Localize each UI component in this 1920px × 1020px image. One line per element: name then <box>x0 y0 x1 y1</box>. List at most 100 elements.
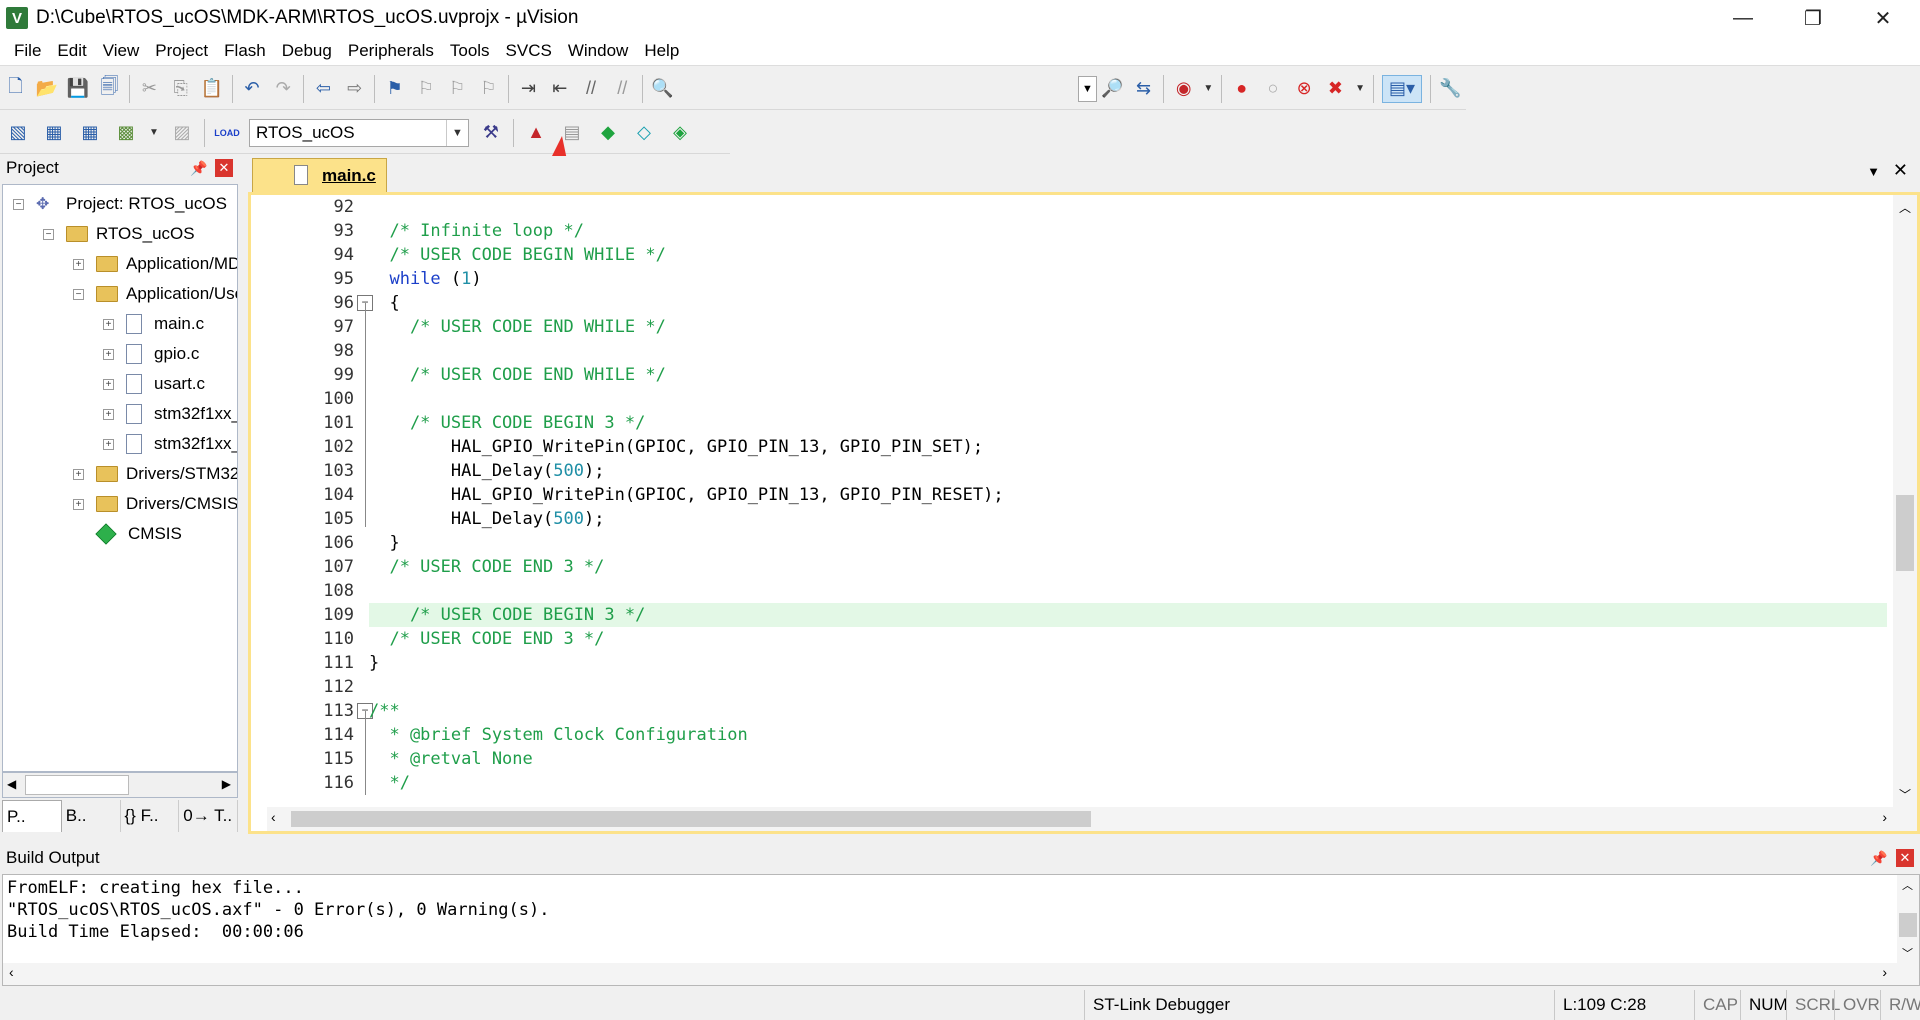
configure-icon[interactable]: 🔧 <box>1439 75 1462 103</box>
scroll-thumb[interactable] <box>25 775 129 795</box>
debug-session-icon[interactable]: ◉ <box>1172 75 1195 103</box>
rebuild-icon[interactable]: ▦ <box>76 119 104 147</box>
find-in-files-icon[interactable]: 🔍 <box>651 75 674 103</box>
code-line[interactable] <box>369 579 1887 603</box>
save-icon[interactable]: 💾 <box>67 75 90 103</box>
find-icon[interactable]: 🔎 <box>1101 75 1124 103</box>
tree-item[interactable]: + Application/MDK-ARM <box>73 249 237 279</box>
download-load-icon[interactable]: LOAD <box>213 119 241 147</box>
tab-dropdown-icon[interactable]: ▼ <box>1867 164 1880 179</box>
code-line[interactable]: /* USER CODE BEGIN 3 */ <box>369 411 1887 435</box>
code-line[interactable] <box>369 387 1887 411</box>
project-hscroll[interactable]: ◀ ▶ <box>2 772 238 798</box>
chevron-left-icon[interactable]: ‹ <box>9 964 14 980</box>
project-panel-tab[interactable]: P.. <box>2 800 62 832</box>
open-file-icon[interactable]: 📂 <box>35 75 58 103</box>
tree-item[interactable]: + Drivers/CMSIS <box>73 489 237 519</box>
copy-icon[interactable]: ⎘ <box>169 75 192 103</box>
editor-vscroll[interactable]: ︿ ﹀ <box>1893 195 1917 831</box>
navigate-back-icon[interactable]: ⇦ <box>312 75 335 103</box>
chevron-down-icon[interactable]: ▼ <box>446 119 468 146</box>
menu-window[interactable]: Window <box>560 41 636 61</box>
chevron-down-icon[interactable]: ﹀ <box>1899 786 1911 803</box>
menu-flash[interactable]: Flash <box>216 41 274 61</box>
select-pack-icon[interactable]: ▤ <box>558 119 586 147</box>
stop-build-icon[interactable]: ▨ <box>168 119 196 147</box>
pack-installer-green-icon[interactable]: ◈ <box>666 119 694 147</box>
expand-icon[interactable]: + <box>73 258 84 270</box>
code-line[interactable]: /* Infinite loop */ <box>369 219 1887 243</box>
enable-breakpoint-icon[interactable]: ○ <box>1261 75 1284 103</box>
code-line[interactable]: /** <box>369 699 1887 723</box>
tree-item[interactable]: + usart.c <box>103 369 205 399</box>
scroll-thumb[interactable] <box>1896 495 1914 571</box>
code-line[interactable]: * @retval None <box>369 747 1887 771</box>
chevron-right-icon[interactable]: › <box>1882 964 1887 980</box>
save-all-icon[interactable]: 🗐 <box>98 75 121 103</box>
uncomment-icon[interactable]: // <box>611 75 634 103</box>
menu-help[interactable]: Help <box>636 41 687 61</box>
debug-dropdown-icon[interactable]: ▼ <box>1203 75 1213 103</box>
menu-peripherals[interactable]: Peripherals <box>340 41 442 61</box>
code-line[interactable]: HAL_GPIO_WritePin(GPIOC, GPIO_PIN_13, GP… <box>369 435 1887 459</box>
target-select[interactable]: RTOS_ucOS ▼ <box>249 118 469 147</box>
disable-breakpoints-icon[interactable]: ⊗ <box>1293 75 1316 103</box>
project-panel-tab[interactable]: B.. <box>62 800 121 832</box>
tree-item[interactable]: CMSIS <box>73 519 182 549</box>
restore-button[interactable]: ❐ <box>1778 0 1848 36</box>
code-line[interactable]: /* USER CODE END WHILE */ <box>369 315 1887 339</box>
expand-icon[interactable]: + <box>103 438 114 450</box>
paste-icon[interactable]: 📋 <box>200 75 223 103</box>
menu-tools[interactable]: Tools <box>442 41 498 61</box>
code-editor[interactable]: 92 93 94 95 96 97 98 99 100 101 102 103 104 105 106 107… <box>248 192 1920 834</box>
editor-hscroll[interactable]: ‹ › <box>267 807 1893 831</box>
code-area[interactable]: /* Infinite loop */ /* USER CODE BEGIN W… <box>369 195 1887 831</box>
insert-breakpoint-icon[interactable]: ● <box>1230 75 1253 103</box>
pack-installer-icon[interactable]: ◇ <box>630 119 658 147</box>
unindent-icon[interactable]: ⇤ <box>548 75 571 103</box>
bookmark-toggle-icon[interactable]: ⚑ <box>383 75 406 103</box>
output-hscroll[interactable]: ‹ › <box>3 963 1919 985</box>
scroll-left-icon[interactable]: ◀ <box>7 777 16 791</box>
menu-file[interactable]: File <box>6 41 49 61</box>
expand-icon[interactable]: + <box>103 378 114 390</box>
find-combo-dropdown[interactable]: ▼ <box>1078 75 1097 102</box>
scroll-thumb[interactable] <box>291 811 1091 827</box>
cut-icon[interactable]: ✂ <box>138 75 161 103</box>
code-line[interactable]: */ <box>369 771 1887 795</box>
code-line[interactable]: } <box>369 531 1887 555</box>
tree-item[interactable]: + Drivers/STM32F1xx_HAL_Driver <box>73 459 237 489</box>
menu-view[interactable]: View <box>95 41 148 61</box>
tab-main-c[interactable]: main.c <box>252 158 387 192</box>
expand-icon[interactable]: + <box>73 498 84 510</box>
collapse-icon[interactable]: − <box>43 228 54 240</box>
chevron-down-icon[interactable]: ﹀ <box>1902 945 1913 961</box>
incremental-find-icon[interactable]: ⇆ <box>1132 75 1155 103</box>
window-layout-icon[interactable]: ▤▾ <box>1381 74 1423 103</box>
code-line[interactable] <box>369 195 1887 219</box>
code-line[interactable]: } <box>369 651 1887 675</box>
expand-icon[interactable]: + <box>103 318 114 330</box>
chevron-right-icon[interactable]: › <box>1882 809 1887 825</box>
close-icon[interactable]: ✕ <box>1896 849 1914 867</box>
bookmark-next-icon[interactable]: ⚐ <box>446 75 469 103</box>
code-line[interactable]: /* USER CODE BEGIN 3 */ <box>369 603 1887 627</box>
code-line[interactable]: /* USER CODE END WHILE */ <box>369 363 1887 387</box>
chevron-left-icon[interactable]: ‹ <box>271 809 276 825</box>
tree-item[interactable]: + stm32f1xx_hal_msp.c <box>103 429 237 459</box>
code-line[interactable]: HAL_Delay(500); <box>369 459 1887 483</box>
code-line[interactable] <box>369 675 1887 699</box>
expand-icon[interactable]: + <box>73 468 84 480</box>
menu-project[interactable]: Project <box>147 41 216 61</box>
code-line[interactable]: * @brief System Clock Configuration <box>369 723 1887 747</box>
menu-edit[interactable]: Edit <box>49 41 94 61</box>
kill-breakpoints-icon[interactable]: ✖ <box>1324 75 1347 103</box>
close-icon[interactable]: ✕ <box>215 159 233 177</box>
breakpoint-dropdown-icon[interactable]: ▼ <box>1355 75 1365 103</box>
code-line[interactable]: /* USER CODE END 3 */ <box>369 627 1887 651</box>
tree-item[interactable]: + stm32f1xx_it.c <box>103 399 237 429</box>
build-output-pane[interactable]: ︿ ﹀ ‹ › FromELF: creating hex file... "RT… <box>2 874 1920 986</box>
batch-build-icon[interactable]: ▩ <box>112 119 140 147</box>
manage-run-time-environment-icon[interactable]: ◆ <box>594 119 622 147</box>
project-panel-tab[interactable]: 0→ T.. <box>179 800 238 832</box>
